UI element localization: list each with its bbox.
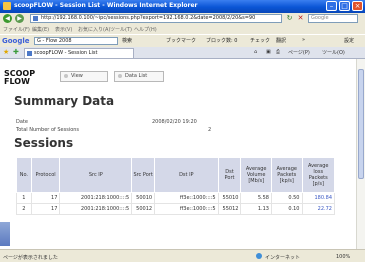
cell-avg-loss: 180.84: [301, 192, 335, 204]
cell-dst-port: 55012: [217, 203, 242, 215]
close-button[interactable]: ×: [352, 1, 363, 11]
cell-src-port: 50012: [131, 203, 156, 215]
col-src-ip: Src IP: [59, 157, 133, 193]
cell-src-port: 50010: [131, 192, 156, 204]
scoopflow-logo: SCOOP FLOW: [4, 70, 35, 86]
cell-protocol: 17: [30, 192, 61, 204]
google-search-button[interactable]: 検索: [122, 37, 132, 44]
cell-avg-packets: 0.10: [270, 203, 303, 215]
view-button[interactable]: View: [60, 71, 108, 82]
data-list-bullet-icon: [118, 74, 122, 78]
cell-no: 2: [16, 203, 32, 215]
maximize-button[interactable]: □: [339, 1, 350, 11]
print-icon[interactable]: ⎙: [276, 49, 280, 55]
menu-bar: ファイル(F) 編集(E) 表示(V) お気に入り(A) ツール(T) ヘルプ(…: [0, 25, 365, 34]
zone-text: インターネット: [265, 255, 301, 261]
url-input[interactable]: http://192.168.0.100/~ipc/sessions.php?e…: [30, 14, 282, 23]
view-bullet-icon: [64, 74, 68, 78]
refresh-icon[interactable]: ↻: [285, 14, 294, 23]
cell-no: 1: [16, 192, 32, 204]
col-dst-ip: Dst IP: [154, 157, 219, 193]
menu-favorites[interactable]: お気に入り(A): [78, 26, 110, 33]
cell-avg-loss: 22.72: [301, 203, 335, 215]
sessions-title: Sessions: [14, 136, 74, 150]
google-bookmark-button[interactable]: ブックマーク: [166, 37, 196, 44]
summary-title: Summary Data: [14, 94, 115, 108]
sessions-table: No. Protocol Src IP Src Port Dst IP Dst …: [16, 157, 335, 215]
table-row[interactable]: 2 17 2001:218:1000::::5 50012 ff3e::1000…: [16, 203, 335, 215]
sessions-count-label: Total Number of Sessions: [16, 127, 80, 133]
tools-menu[interactable]: ツール(O): [322, 49, 345, 56]
search-input[interactable]: Google: [308, 14, 358, 23]
google-search-input[interactable]: G - Flow 2008: [34, 37, 118, 45]
cell-avg-volume: 1.13: [240, 203, 272, 215]
menu-help[interactable]: ヘルプ(H): [134, 26, 157, 33]
view-button-label: View: [71, 73, 83, 79]
col-avg-loss: Average loss Packets [p/s]: [301, 157, 335, 193]
page-menu[interactable]: ページ(P): [288, 49, 310, 56]
logo-line2: FLOW: [4, 77, 30, 86]
internet-zone-icon: [256, 253, 262, 259]
menu-file[interactable]: ファイル(F): [3, 26, 30, 33]
desktop-peek: [0, 222, 10, 246]
table-row[interactable]: 1 17 2001:218:1000::::5 50010 ff3e::1000…: [16, 192, 335, 204]
google-logo: Google: [2, 37, 30, 45]
status-text: ページが表示されました: [3, 255, 58, 261]
menu-edit[interactable]: 編集(E): [32, 26, 49, 33]
cell-avg-packets: 0.50: [270, 192, 303, 204]
stop-icon[interactable]: ✕: [296, 14, 305, 23]
google-toolbar: Google G - Flow 2008 検索 ブックマーク ブロック数: 0 …: [0, 34, 365, 47]
col-avg-volume: Average Volume [Mb/s]: [240, 157, 272, 193]
back-icon[interactable]: ◀: [3, 14, 12, 23]
menu-tools[interactable]: ツール(T): [110, 26, 132, 33]
col-src-port: Src Port: [131, 157, 156, 193]
date-label: Date: [16, 119, 28, 125]
home-icon[interactable]: ⌂: [254, 49, 257, 55]
title-bar: scoopFLOW - Session List - Windows Inter…: [0, 0, 365, 13]
add-favorite-icon[interactable]: ✚: [13, 48, 19, 57]
tab-bar: ★ ✚ scoopFLOW - Session List ⌂ ▣ ⎙ ページ(P…: [0, 47, 365, 59]
zoom-level[interactable]: 100%: [336, 254, 350, 260]
cell-dst-ip: ff3e::1000::::5: [154, 203, 219, 215]
page-content: SCOOP FLOW View Data List Summary Data D…: [0, 59, 356, 249]
google-block-count[interactable]: ブロック数: 0: [206, 37, 237, 44]
sessions-count-value: 2: [208, 127, 212, 133]
col-protocol: Protocol: [30, 157, 61, 193]
date-value: 2008/02/20 19:20: [152, 119, 197, 125]
ie-icon: [3, 2, 11, 10]
toolbar-more-button[interactable]: »: [302, 37, 305, 43]
browser-window: scoopFLOW - Session List - Windows Inter…: [0, 0, 365, 262]
data-list-button[interactable]: Data List: [114, 71, 164, 82]
google-check-button[interactable]: チェック: [250, 37, 270, 44]
page-icon: [33, 16, 38, 21]
minimize-button[interactable]: –: [326, 1, 337, 11]
google-translate-button[interactable]: 翻訳: [276, 37, 286, 44]
cell-protocol: 17: [30, 203, 61, 215]
google-settings-button[interactable]: 設定: [344, 37, 354, 44]
status-bar: ページが表示されました インターネット 100%: [0, 249, 365, 262]
url-text: http://192.168.0.100/~ipc/sessions.php?e…: [41, 15, 256, 21]
cell-src-ip: 2001:218:1000::::5: [59, 192, 133, 204]
col-no: No.: [16, 157, 32, 193]
forward-icon[interactable]: ▶: [15, 14, 24, 23]
col-avg-packets: Average Packets [kp/s]: [270, 157, 303, 193]
cell-avg-volume: 5.58: [240, 192, 272, 204]
cell-dst-port: 55010: [217, 192, 242, 204]
col-dst-port: Dst Port: [217, 157, 242, 193]
feeds-icon[interactable]: ▣: [266, 49, 271, 55]
scrollbar-thumb[interactable]: [358, 69, 364, 179]
data-list-button-label: Data List: [125, 73, 148, 79]
table-header-row: No. Protocol Src IP Src Port Dst IP Dst …: [16, 157, 335, 193]
tab-label: scoopFLOW - Session List: [34, 50, 98, 56]
tab-page-icon: [27, 51, 32, 56]
menu-view[interactable]: 表示(V): [55, 26, 72, 33]
favorites-star-icon[interactable]: ★: [3, 48, 9, 57]
cell-dst-ip: ff3e::1000::::5: [154, 192, 219, 204]
cell-src-ip: 2001:218:1000::::5: [59, 203, 133, 215]
window-title: scoopFLOW - Session List - Windows Inter…: [14, 2, 198, 9]
tab-session-list[interactable]: scoopFLOW - Session List: [24, 48, 134, 58]
vertical-scrollbar[interactable]: [356, 59, 365, 249]
